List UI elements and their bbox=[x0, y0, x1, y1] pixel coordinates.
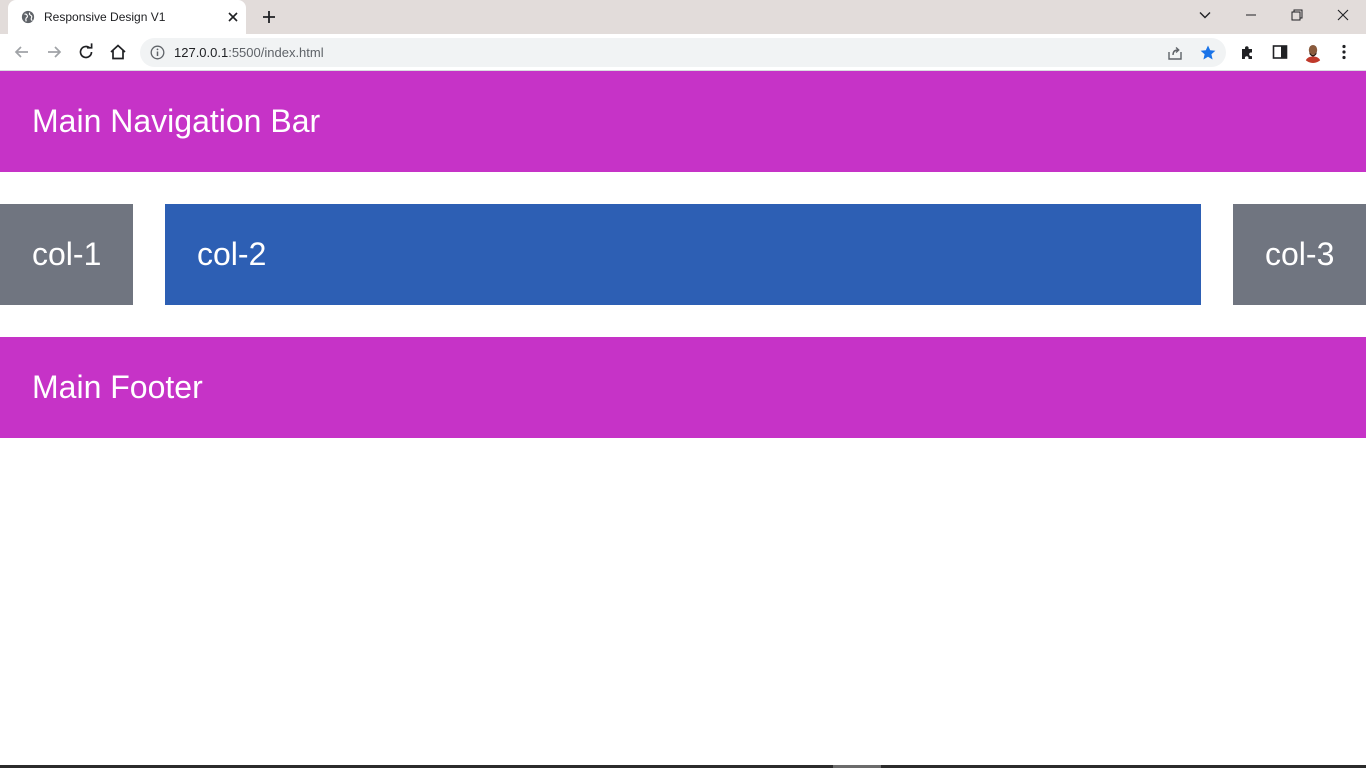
info-icon[interactable] bbox=[150, 45, 165, 60]
restore-button[interactable] bbox=[1274, 0, 1320, 30]
footer-label: Main Footer bbox=[32, 369, 203, 405]
browser-titlebar: Responsive Design V1 bbox=[0, 0, 1366, 34]
browser-menu-button[interactable] bbox=[1334, 42, 1354, 62]
share-icon[interactable] bbox=[1166, 44, 1184, 62]
page-viewport: Main Navigation Bar col-1 col-2 col-3 Ma… bbox=[0, 71, 1366, 768]
url-path: :5500/index.html bbox=[228, 45, 324, 60]
globe-icon bbox=[21, 10, 35, 24]
home-button[interactable] bbox=[108, 42, 128, 62]
address-bar[interactable]: 127.0.0.1:5500/index.html bbox=[140, 38, 1226, 67]
address-url[interactable]: 127.0.0.1:5500/index.html bbox=[174, 45, 324, 60]
tab-search-button[interactable] bbox=[1182, 0, 1228, 30]
main-navigation-bar: Main Navigation Bar bbox=[0, 71, 1366, 172]
restore-icon bbox=[1291, 9, 1303, 21]
column-2-label: col-2 bbox=[197, 236, 267, 272]
side-panel-icon bbox=[1272, 45, 1288, 59]
avatar-icon bbox=[1302, 41, 1324, 63]
close-icon bbox=[1337, 9, 1349, 21]
minimize-button[interactable] bbox=[1228, 0, 1274, 30]
puzzle-icon bbox=[1242, 46, 1252, 59]
tab-title: Responsive Design V1 bbox=[44, 10, 166, 24]
profile-avatar[interactable] bbox=[1302, 41, 1324, 63]
column-2: col-2 bbox=[165, 204, 1201, 305]
main-footer: Main Footer bbox=[0, 337, 1366, 438]
close-tab-icon[interactable] bbox=[226, 10, 240, 24]
side-panel-button[interactable] bbox=[1270, 42, 1290, 62]
column-3: col-3 bbox=[1233, 204, 1366, 305]
column-1-label: col-1 bbox=[32, 236, 102, 272]
column-3-label: col-3 bbox=[1265, 236, 1335, 272]
reload-icon bbox=[79, 43, 93, 59]
forward-button[interactable] bbox=[44, 42, 64, 62]
back-button[interactable] bbox=[12, 42, 32, 62]
home-icon bbox=[110, 44, 126, 60]
nav-label: Main Navigation Bar bbox=[32, 103, 321, 139]
extensions-button[interactable] bbox=[1238, 42, 1258, 62]
close-window-button[interactable] bbox=[1320, 0, 1366, 30]
reload-button[interactable] bbox=[76, 42, 96, 62]
kebab-menu-icon bbox=[1342, 44, 1346, 60]
browser-tab[interactable]: Responsive Design V1 bbox=[8, 0, 246, 34]
arrow-left-icon bbox=[14, 46, 28, 58]
url-host: 127.0.0.1 bbox=[174, 45, 229, 60]
minimize-icon bbox=[1246, 14, 1256, 16]
chevron-down-icon bbox=[1199, 12, 1211, 19]
bookmark-star-icon[interactable] bbox=[1199, 44, 1217, 62]
browser-toolbar: 127.0.0.1:5500/index.html bbox=[0, 34, 1366, 71]
new-tab-icon[interactable] bbox=[260, 8, 278, 26]
arrow-right-icon bbox=[48, 46, 62, 58]
column-1: col-1 bbox=[0, 204, 133, 305]
